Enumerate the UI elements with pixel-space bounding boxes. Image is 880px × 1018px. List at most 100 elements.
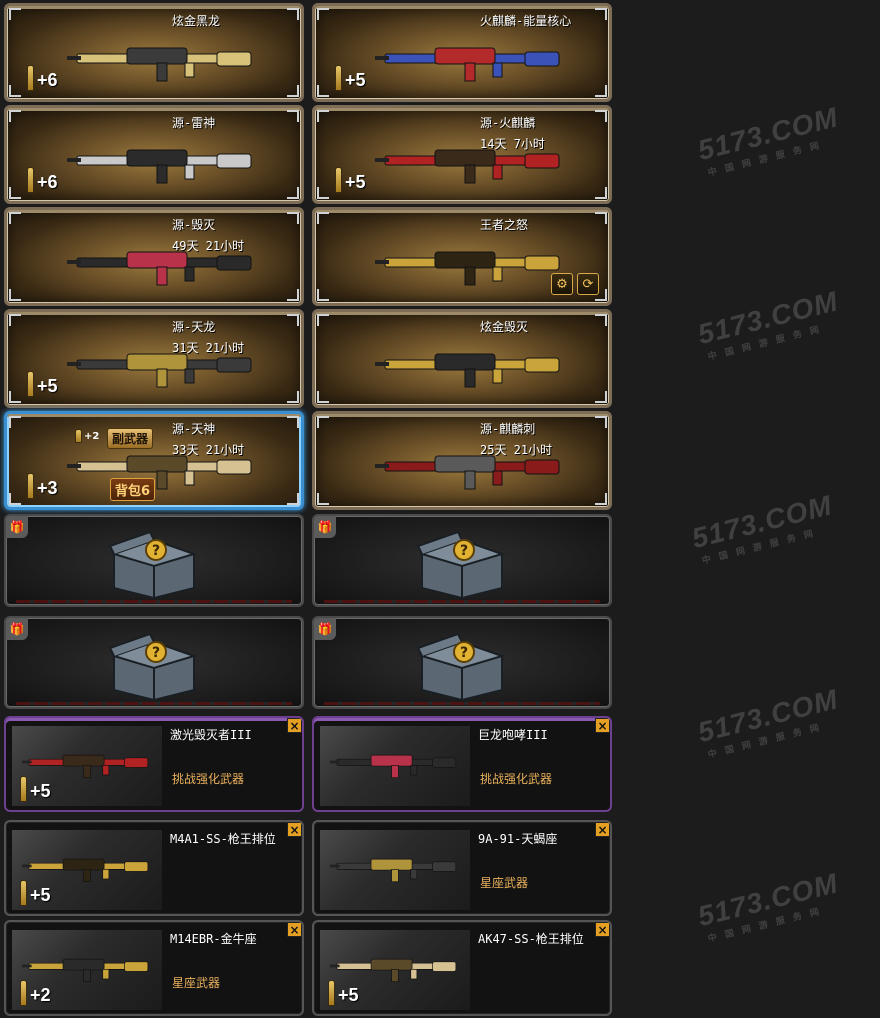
- challenge-weapon-name: 激光毁灭者III: [170, 728, 252, 742]
- weapon-name: 源-天龙: [172, 320, 216, 334]
- weapon-card[interactable]: 源-天龙 31天 21小时 +5: [4, 309, 304, 408]
- frame-corner: [287, 493, 299, 505]
- frame-corner: [9, 289, 21, 301]
- frame-corner: [9, 110, 21, 122]
- weapon-image: [330, 754, 457, 779]
- svg-text:?: ?: [152, 543, 160, 559]
- frame-corner: [287, 212, 299, 224]
- close-button[interactable]: ×: [595, 718, 610, 733]
- watermark-logo: 5173.COM 中 国 网 游 服 务 网: [694, 101, 842, 178]
- enhance-level: +5: [328, 980, 359, 1006]
- mystery-chest-icon: ?: [108, 530, 198, 600]
- challenge-weapon-card[interactable]: 巨龙咆哮III 挑战强化武器 ×: [312, 716, 612, 812]
- weapon-name: 源-毁灭: [172, 218, 216, 232]
- weapon-inventory-grid: 炫金黑龙 +6 火麒麟-能量核心 +5 源-雷神 +6 源-火麒麟 14天 7小时 +5 源-毁灭…: [0, 0, 612, 1018]
- enhance-level: +5: [335, 65, 366, 91]
- frame-corner: [317, 8, 329, 20]
- refresh-icon[interactable]: ⟳: [577, 273, 599, 295]
- enhance-level-text: +5: [345, 70, 366, 90]
- frame-corner: [317, 289, 329, 301]
- close-button[interactable]: ×: [287, 718, 302, 733]
- enhance-level: +5: [335, 167, 366, 193]
- bag-slot-tag: 背包6: [110, 478, 156, 501]
- challenge-weapon-name: M14EBR-金牛座: [170, 932, 257, 946]
- challenge-weapon-tag: 星座武器: [172, 976, 221, 990]
- bullet-icon: [27, 473, 34, 499]
- challenge-weapon-card[interactable]: 激光毁灭者III 挑战强化武器 +5 ×: [4, 716, 304, 812]
- weapon-card[interactable]: 王者之怒 ⚙ ⟳: [312, 207, 612, 306]
- weapon-name: 源-麒麟刺: [480, 422, 536, 436]
- frame-corner: [9, 212, 21, 224]
- frame-corner: [317, 416, 329, 428]
- enhance-level-text: +5: [338, 985, 359, 1005]
- enhance-level-text: +6: [37, 172, 58, 192]
- frame-corner: [9, 391, 21, 403]
- svg-text:?: ?: [460, 645, 468, 661]
- gift-icon: 🎁: [6, 516, 28, 538]
- mystery-chest-icon: ?: [416, 530, 506, 600]
- weapon-card[interactable]: 源-毁灭 49天 21小时: [4, 207, 304, 306]
- weapon-card[interactable]: 源-雷神 +6: [4, 105, 304, 204]
- frame-corner: [9, 187, 21, 199]
- frame-corner: [317, 493, 329, 505]
- gift-icon: 🎁: [314, 618, 336, 640]
- mystery-box-slot[interactable]: 🎁?: [312, 616, 612, 709]
- mystery-box-slot[interactable]: 🎁?: [4, 616, 304, 709]
- frame-corner: [317, 391, 329, 403]
- mystery-box-slot[interactable]: 🎁?: [4, 514, 304, 607]
- enhance-level: +5: [27, 371, 58, 397]
- bullet-icon: [20, 880, 27, 906]
- watermark-logo: 5173.COM 中 国 网 游 服 务 网: [694, 285, 842, 362]
- challenge-weapon-card[interactable]: M4A1-SS-枪王排位 +5 ×: [4, 820, 304, 916]
- enhance-level-text: +2: [30, 985, 51, 1005]
- weapon-image: [67, 47, 252, 82]
- weapon-image: [375, 47, 560, 82]
- weapon-name: 炫金毁灭: [480, 320, 529, 334]
- weapon-card[interactable]: 炫金黑龙 +6: [4, 3, 304, 102]
- frame-corner: [595, 85, 607, 97]
- bullet-icon: [27, 371, 34, 397]
- challenge-weapon-card[interactable]: M14EBR-金牛座 星座武器 +2 ×: [4, 920, 304, 1016]
- challenge-weapon-tag: 挑战强化武器: [172, 772, 245, 786]
- weapon-card[interactable]: 源-火麒麟 14天 7小时 +5: [312, 105, 612, 204]
- watermark-logo: 5173.COM 中 国 网 游 服 务 网: [688, 489, 836, 566]
- frame-corner: [287, 391, 299, 403]
- weapon-card[interactable]: 源-天神 33天 21小时 +3 +2 副武器 背包6: [4, 411, 304, 510]
- challenge-weapon-tag: 星座武器: [480, 876, 529, 890]
- mystery-chest-icon: ?: [416, 632, 506, 702]
- enhance-level: +6: [27, 65, 58, 91]
- enhance-level: +5: [20, 880, 51, 906]
- frame-corner: [287, 289, 299, 301]
- weapon-image: [330, 858, 457, 883]
- challenge-weapon-card[interactable]: 9A-91-天蝎座 星座武器 ×: [312, 820, 612, 916]
- close-button[interactable]: ×: [287, 922, 302, 937]
- weapon-card[interactable]: 火麒麟-能量核心 +5: [312, 3, 612, 102]
- weapon-time-left: 31天 21小时: [172, 341, 245, 355]
- weapon-name: 炫金黑龙: [172, 14, 221, 28]
- weapon-name: 火麒麟-能量核心: [480, 14, 572, 28]
- close-button[interactable]: ×: [595, 822, 610, 837]
- frame-corner: [9, 493, 21, 505]
- weapon-card[interactable]: 源-麒麟刺 25天 21小时: [312, 411, 612, 510]
- bullet-icon: [328, 980, 335, 1006]
- close-button[interactable]: ×: [287, 822, 302, 837]
- frame-corner: [287, 8, 299, 20]
- weapon-card[interactable]: 炫金毁灭: [312, 309, 612, 408]
- mystery-box-slot[interactable]: 🎁?: [312, 514, 612, 607]
- svg-text:?: ?: [460, 543, 468, 559]
- bullet-icon: [335, 167, 342, 193]
- frame-corner: [9, 314, 21, 326]
- frame-corner: [595, 110, 607, 122]
- enhance-level-text: +5: [37, 376, 58, 396]
- frame-corner: [287, 187, 299, 199]
- close-button[interactable]: ×: [595, 922, 610, 937]
- enhance-level-text: +5: [30, 781, 51, 801]
- weapon-name: 源-天神: [172, 422, 216, 436]
- challenge-weapon-card[interactable]: AK47-SS-枪王排位 +5 ×: [312, 920, 612, 1016]
- frame-corner: [317, 110, 329, 122]
- challenge-weapon-tag: 挑战强化武器: [480, 772, 553, 786]
- enhance-level-text: +5: [30, 885, 51, 905]
- gift-icon: 🎁: [314, 516, 336, 538]
- frame-corner: [287, 314, 299, 326]
- upgrade-icon[interactable]: ⚙: [551, 273, 573, 295]
